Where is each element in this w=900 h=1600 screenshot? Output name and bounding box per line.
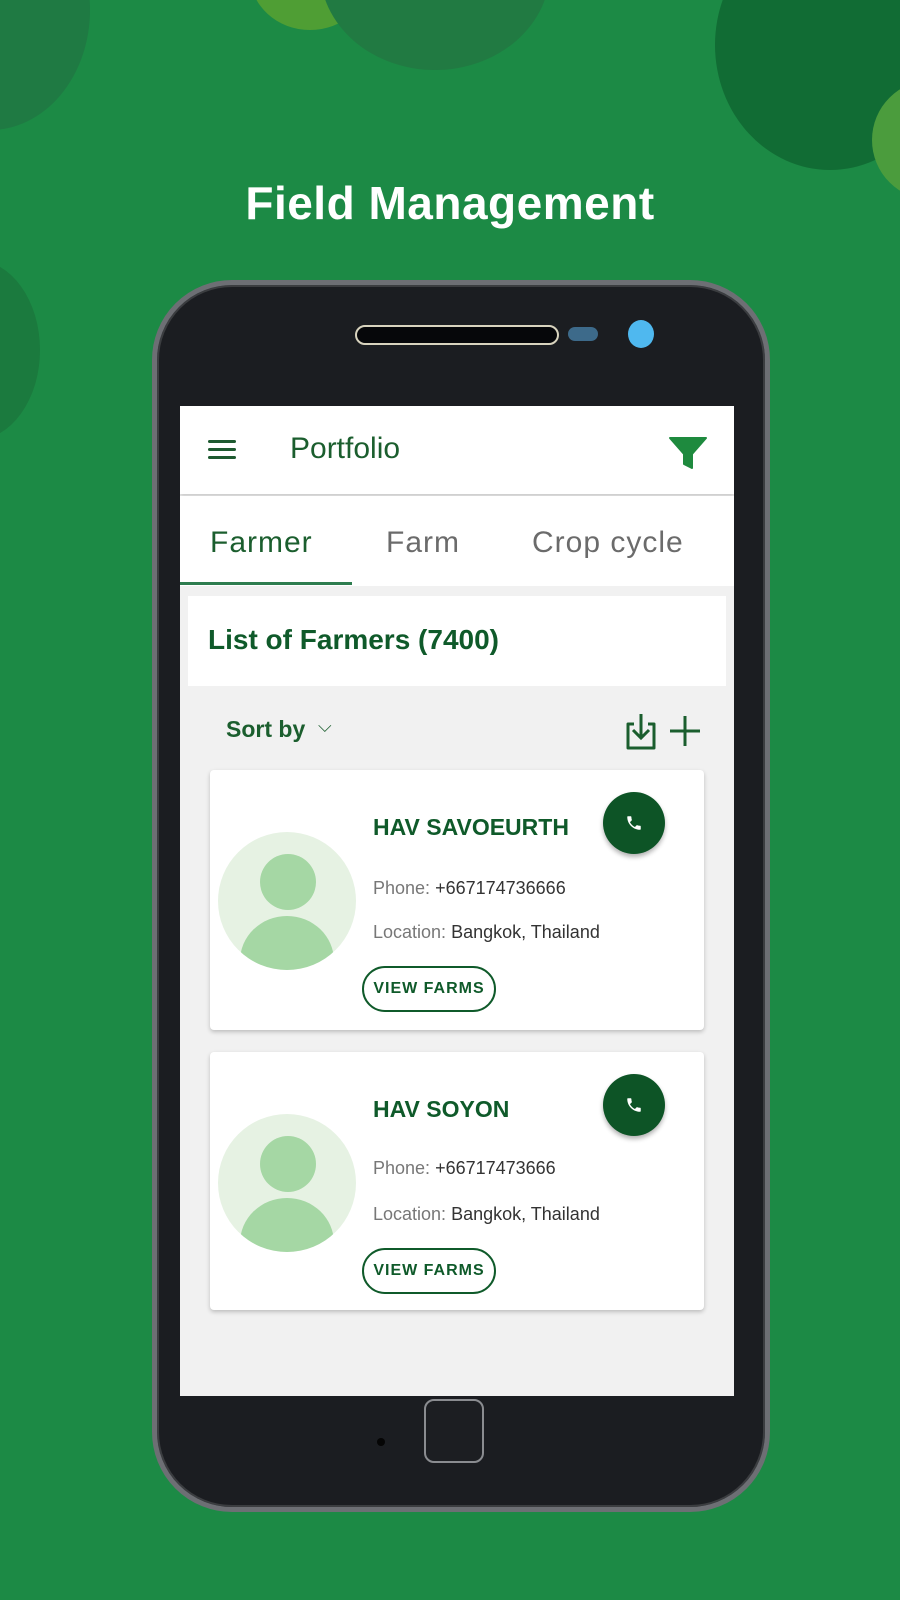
location-line: Location: Bangkok, Thailand	[373, 1204, 600, 1224]
list-title: List of Farmers (7400)	[208, 624, 499, 655]
phone-sensor	[568, 327, 598, 341]
list-header: List of Farmers (7400)	[188, 596, 726, 686]
sort-by-button[interactable]: Sort by	[226, 716, 305, 743]
chevron-down-icon[interactable]: ⌵	[318, 716, 332, 737]
phone-icon	[627, 816, 641, 830]
menu-icon[interactable]	[208, 440, 236, 460]
phone-icon	[627, 1098, 641, 1112]
farmer-card: HAV SAVOEURTH Phone: +667174736666 Locat…	[210, 770, 704, 1030]
add-icon[interactable]	[668, 714, 702, 748]
app-screen: Portfolio Farmer Farm Crop cycle List of…	[180, 406, 734, 1396]
location-line: Location: Bangkok, Thailand	[373, 922, 600, 942]
phone-mic	[377, 1438, 385, 1446]
list-toolbar: Sort by ⌵	[180, 696, 734, 756]
view-farms-button[interactable]: VIEW FARMS	[362, 1248, 496, 1294]
phone-camera	[628, 320, 654, 348]
farmer-name: HAV SAVOEURTH	[373, 814, 569, 840]
phone-speaker	[355, 325, 559, 345]
tab-bar: Farmer Farm Crop cycle	[180, 496, 734, 586]
download-icon[interactable]	[624, 712, 658, 752]
phone-line: Phone: +667174736666	[373, 878, 566, 898]
filter-icon[interactable]	[668, 434, 708, 472]
home-button[interactable]	[424, 1399, 484, 1463]
person-icon	[218, 1114, 356, 1252]
promo-headline: Field Management	[245, 177, 655, 229]
location-value: Bangkok, Thailand	[451, 922, 600, 942]
call-button[interactable]	[603, 792, 665, 854]
decor-circle	[320, 0, 550, 70]
tab-farmer[interactable]: Farmer	[210, 526, 313, 560]
phone-number[interactable]: +667174736666	[435, 878, 566, 898]
active-tab-indicator	[180, 582, 352, 585]
location-value: Bangkok, Thailand	[451, 1204, 600, 1224]
phone-line: Phone: +66717473666	[373, 1158, 556, 1178]
phone-number[interactable]: +66717473666	[435, 1158, 556, 1178]
person-icon	[218, 832, 356, 970]
page-title: Portfolio	[290, 432, 401, 465]
farmer-name: HAV SOYON	[373, 1096, 510, 1122]
farmer-card: HAV SOYON Phone: +66717473666 Location: …	[210, 1052, 704, 1310]
decor-circle	[0, 0, 90, 130]
call-button[interactable]	[603, 1074, 665, 1136]
tab-farm[interactable]: Farm	[386, 526, 460, 560]
view-farms-button[interactable]: VIEW FARMS	[362, 966, 496, 1012]
app-bar: Portfolio	[180, 406, 734, 494]
decor-circle	[0, 260, 40, 440]
tab-crop-cycle[interactable]: Crop cycle	[532, 526, 684, 560]
